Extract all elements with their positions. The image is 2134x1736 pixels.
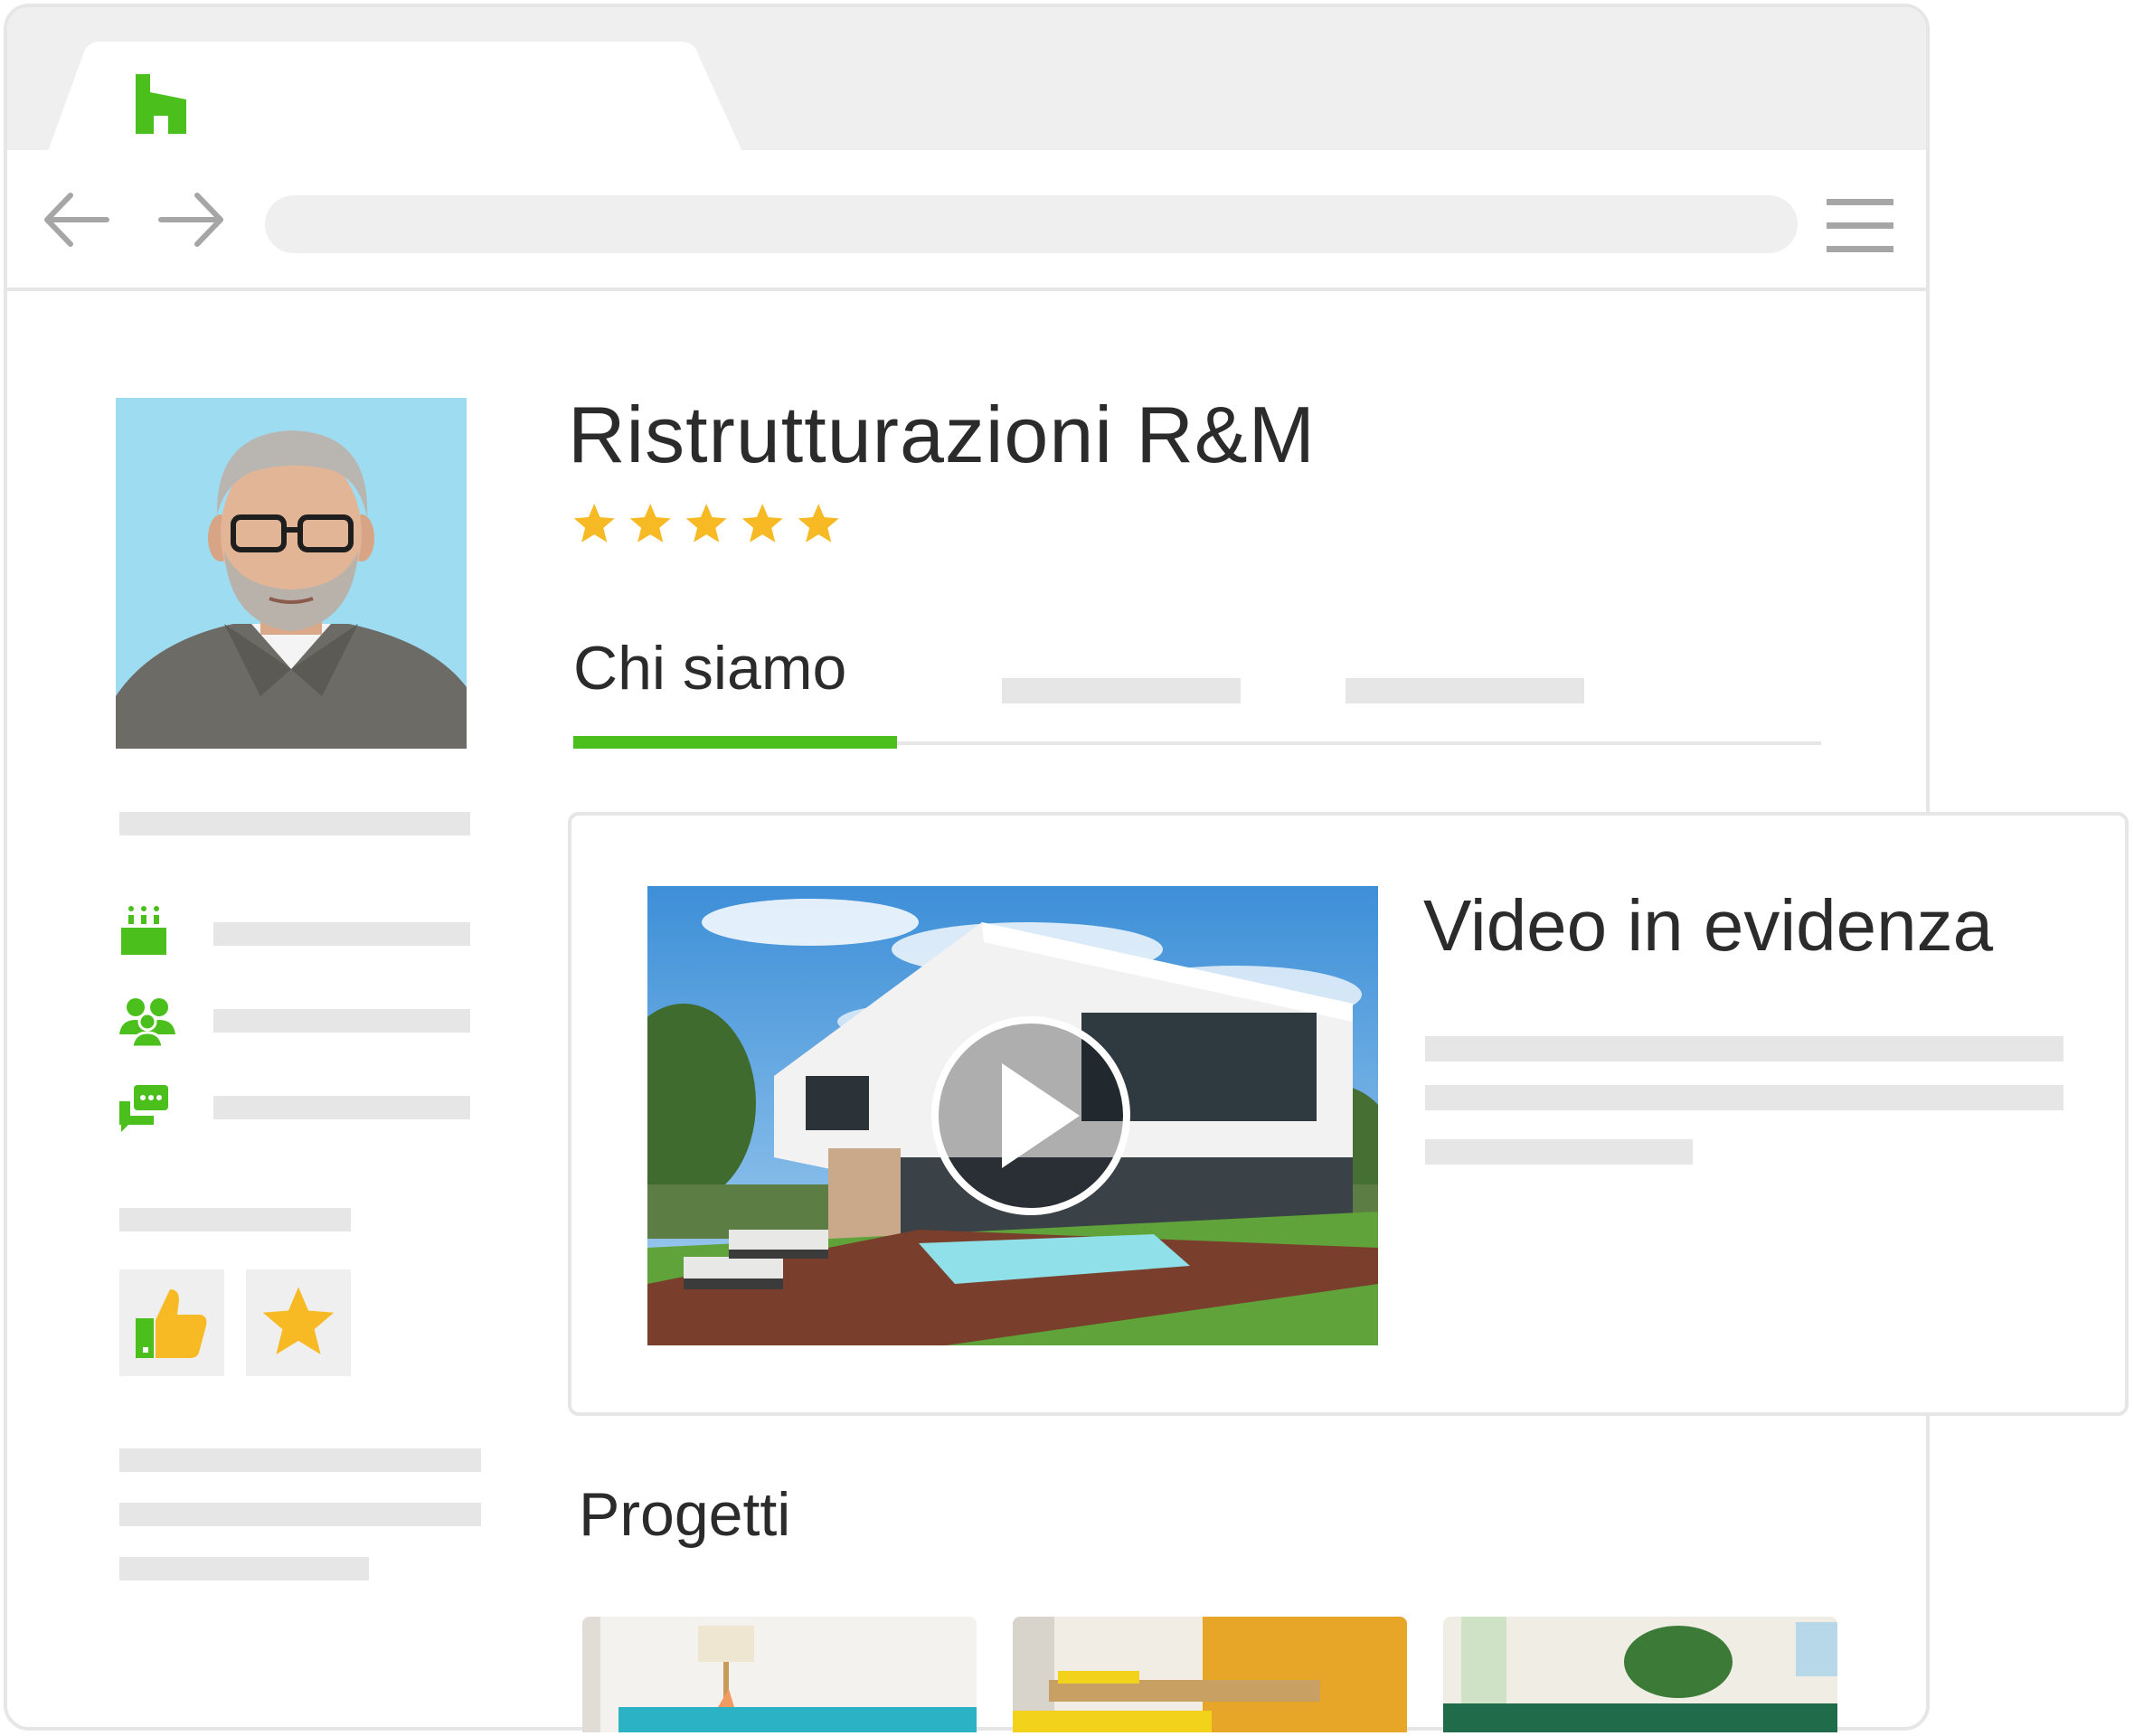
star-icon bbox=[741, 504, 783, 542]
address-bar[interactable] bbox=[265, 195, 1798, 253]
text-line-placeholder bbox=[119, 1448, 481, 1472]
description-line-placeholder bbox=[1425, 1139, 1693, 1165]
tab-chi-siamo[interactable]: Chi siamo bbox=[573, 633, 846, 703]
info-line-placeholder bbox=[213, 1009, 470, 1033]
star-icon bbox=[573, 504, 615, 542]
section-heading-placeholder bbox=[119, 1208, 351, 1231]
star-award-icon bbox=[262, 1287, 335, 1354]
thumbs-up-icon bbox=[136, 1289, 207, 1358]
arrow-left-icon[interactable] bbox=[40, 188, 112, 251]
description-line-placeholder bbox=[1425, 1085, 2063, 1110]
info-line-placeholder bbox=[213, 922, 470, 946]
team-icon bbox=[119, 998, 175, 1047]
calendar-cake-icon bbox=[121, 906, 166, 955]
rating-stars bbox=[573, 504, 839, 542]
hamburger-menu-icon[interactable] bbox=[1827, 197, 1893, 255]
project-thumbnail[interactable] bbox=[1013, 1617, 1407, 1732]
chat-bubbles-icon bbox=[119, 1085, 168, 1132]
profile-avatar bbox=[116, 398, 467, 749]
description-line-placeholder bbox=[1425, 1036, 2063, 1061]
tab-active-indicator bbox=[573, 736, 897, 749]
browser-toolbar bbox=[7, 150, 1926, 291]
project-thumbnail[interactable] bbox=[582, 1617, 977, 1732]
tab-placeholder[interactable] bbox=[1002, 678, 1241, 703]
profile-subtitle-placeholder bbox=[119, 812, 470, 835]
project-thumbnail[interactable] bbox=[1443, 1617, 1837, 1732]
badge-star[interactable] bbox=[246, 1269, 351, 1376]
star-icon bbox=[629, 504, 671, 542]
text-line-placeholder bbox=[119, 1503, 481, 1526]
info-line-placeholder bbox=[213, 1096, 470, 1119]
tab-placeholder[interactable] bbox=[1346, 678, 1584, 703]
video-thumbnail[interactable] bbox=[647, 886, 1378, 1345]
projects-heading: Progetti bbox=[579, 1480, 791, 1549]
star-icon bbox=[798, 504, 839, 542]
houzz-h-icon[interactable] bbox=[134, 74, 188, 134]
company-name: Ristrutturazioni R&M bbox=[568, 390, 1316, 479]
text-line-placeholder bbox=[119, 1557, 369, 1580]
arrow-right-icon[interactable] bbox=[156, 188, 228, 251]
star-icon bbox=[685, 504, 727, 542]
featured-video-title: Video in evidenza bbox=[1423, 885, 1994, 966]
badge-thumbs-up[interactable] bbox=[119, 1269, 224, 1376]
